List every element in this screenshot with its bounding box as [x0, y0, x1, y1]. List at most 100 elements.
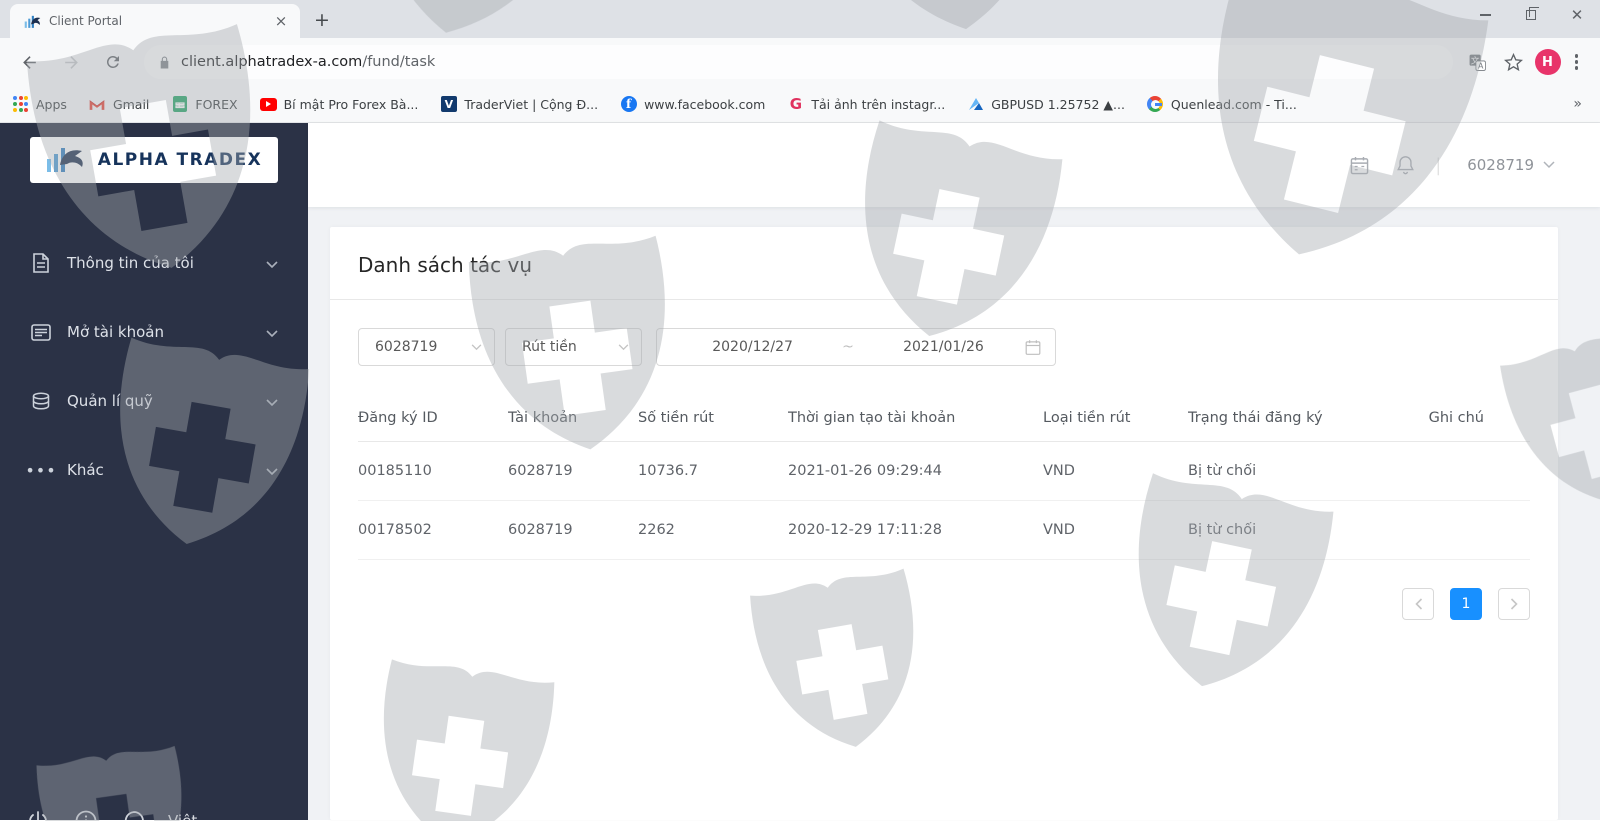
- svg-text:A: A: [1478, 61, 1484, 70]
- forward-button[interactable]: [54, 45, 88, 79]
- sheets-icon: [171, 96, 188, 113]
- date-to[interactable]: 2021/01/26: [862, 339, 1025, 355]
- page-title: Danh sách tác vụ: [358, 253, 1530, 277]
- task-table: Đăng ký ID Tài khoản Số tiền rút Thời gi…: [358, 394, 1530, 560]
- chevron-down-icon: [1543, 161, 1555, 169]
- close-icon: ✕: [1571, 6, 1584, 24]
- chevron-down-icon: [618, 339, 629, 355]
- logo-icon: [46, 145, 90, 175]
- content-area: Danh sách tác vụ 6028719 Rút tiền: [308, 207, 1600, 820]
- header-divider: |: [1435, 155, 1441, 176]
- bookmark-youtube[interactable]: Bí mật Pro Forex Bà...: [260, 96, 419, 113]
- sidebar-item-mo-tai-khoan[interactable]: Mở tài khoản: [0, 312, 308, 352]
- status-badge: Bị từ chối: [1188, 463, 1418, 479]
- sidebar-item-khac[interactable]: ••• Khác: [0, 450, 308, 490]
- date-from[interactable]: 2020/12/27: [671, 339, 834, 355]
- translate-button[interactable]: 文 A: [1463, 47, 1493, 77]
- bookmark-gbpusd[interactable]: GBPUSD 1.25752 ▲...: [967, 96, 1125, 113]
- task-type-select[interactable]: Rút tiền: [505, 328, 642, 366]
- sidebar-item-quan-li-quy[interactable]: Quản lí quỹ: [0, 381, 308, 421]
- table-row[interactable]: 00178502 6028719 2262 2020-12-29 17:11:2…: [358, 501, 1530, 560]
- new-tab-button[interactable]: +: [308, 7, 336, 35]
- apps-grid-icon: [12, 96, 29, 113]
- table-row[interactable]: 00185110 6028719 10736.7 2021-01-26 09:2…: [358, 442, 1530, 501]
- translate-icon: 文 A: [1468, 53, 1487, 72]
- g-red-icon: G: [787, 96, 804, 113]
- task-list-card: Danh sách tác vụ 6028719 Rút tiền: [330, 227, 1558, 820]
- window-close-button[interactable]: ✕: [1554, 0, 1600, 30]
- tab-title: Client Portal: [49, 14, 272, 28]
- account-icon: [30, 324, 52, 341]
- bookmark-instagram-download[interactable]: G Tải ảnh trên instagr...: [787, 96, 945, 113]
- brand-name: ALPHA TRADEX: [98, 150, 262, 170]
- account-select[interactable]: 6028719: [358, 328, 495, 366]
- info-icon[interactable]: [72, 807, 99, 820]
- sidebar: ALPHA TRADEX Thông tin của tôi Mở tài kh…: [0, 123, 308, 820]
- chevron-right-icon: [1510, 598, 1519, 610]
- chevron-down-icon: [266, 461, 278, 480]
- browser-tabstrip: Client Portal × + ✕: [0, 0, 1600, 38]
- chevron-left-icon: [1414, 598, 1423, 610]
- youtube-icon: [260, 96, 277, 113]
- bookmark-facebook[interactable]: f www.facebook.com: [620, 96, 765, 113]
- alpha-tradex-logo[interactable]: ALPHA TRADEX: [30, 137, 278, 183]
- pagination-next-button[interactable]: [1498, 588, 1530, 620]
- table-header-row: Đăng ký ID Tài khoản Số tiền rút Thời gi…: [358, 394, 1530, 442]
- forward-icon: [62, 53, 81, 72]
- reload-icon: [104, 53, 122, 71]
- sidebar-footer: Việt: [24, 807, 197, 820]
- document-icon: [30, 253, 52, 273]
- ellipsis-icon: •••: [30, 461, 52, 480]
- browser-menu-button[interactable]: [1567, 50, 1587, 74]
- sidebar-item-thong-tin[interactable]: Thông tin của tôi: [0, 243, 308, 283]
- chart-icon: [967, 96, 984, 113]
- url-path: /fund/task: [362, 54, 435, 70]
- bookmark-apps[interactable]: Apps: [12, 96, 67, 113]
- bookmark-gmail[interactable]: Gmail: [89, 96, 149, 113]
- url-domain: client.alphatradex-a.com: [181, 54, 362, 70]
- back-icon: [20, 53, 39, 72]
- url-bar[interactable]: client.alphatradex-a.com/fund/task: [144, 45, 1453, 79]
- status-badge: Bị từ chối: [1188, 522, 1418, 538]
- browser-profile-avatar[interactable]: H: [1535, 49, 1561, 75]
- star-icon: [1504, 53, 1523, 72]
- chevron-down-icon: [266, 254, 278, 273]
- window-restore-button[interactable]: [1508, 0, 1554, 30]
- notification-bell-icon[interactable]: [1395, 155, 1415, 175]
- account-number: 6028719: [1467, 156, 1534, 174]
- restore-icon: [1526, 10, 1536, 20]
- bookmark-quenlead[interactable]: Quenlead.com - Ti...: [1147, 96, 1297, 113]
- browser-toolbar: client.alphatradex-a.com/fund/task 文 A H: [0, 38, 1600, 86]
- bookmarks-bar: Apps Gmail FOREX Bí mật Pro Forex Bà... …: [0, 86, 1600, 123]
- window-minimize-button[interactable]: [1462, 0, 1508, 30]
- url-text: client.alphatradex-a.com/fund/task: [181, 54, 435, 70]
- chevron-down-icon: [266, 392, 278, 411]
- minimize-icon: [1480, 14, 1491, 16]
- pagination-page-1[interactable]: 1: [1450, 588, 1482, 620]
- chevron-down-icon: [471, 339, 482, 355]
- logout-power-icon[interactable]: [24, 807, 51, 820]
- date-range-picker[interactable]: 2020/12/27 ~ 2021/01/26: [656, 328, 1056, 366]
- traderviet-icon: V: [440, 96, 457, 113]
- pagination: 1: [358, 588, 1530, 620]
- google-icon: [1147, 96, 1164, 113]
- sidebar-menu: Thông tin của tôi Mở tài khoản Quản lí q: [0, 243, 308, 490]
- date-separator: ~: [834, 339, 862, 355]
- language-selector[interactable]: Việt: [168, 812, 197, 821]
- back-button[interactable]: [12, 45, 46, 79]
- calendar-icon[interactable]: [1349, 155, 1369, 175]
- bookmark-forex[interactable]: FOREX: [171, 96, 237, 113]
- reload-button[interactable]: [96, 45, 130, 79]
- calendar-icon: [1025, 339, 1041, 356]
- chat-icon[interactable]: [120, 807, 147, 820]
- bookmark-star-button[interactable]: [1499, 47, 1529, 77]
- bookmarks-overflow-button[interactable]: »: [1567, 96, 1588, 112]
- pagination-prev-button[interactable]: [1402, 588, 1434, 620]
- account-switcher[interactable]: 6028719: [1467, 156, 1555, 174]
- tab-close-icon[interactable]: ×: [272, 12, 290, 30]
- facebook-icon: f: [620, 96, 637, 113]
- database-icon: [30, 392, 52, 411]
- bookmark-traderviet[interactable]: V TraderViet | Cộng Đ...: [440, 96, 598, 113]
- filter-bar: 6028719 Rút tiền 2020/12/27 ~: [330, 300, 1558, 388]
- browser-tab[interactable]: Client Portal ×: [10, 4, 300, 38]
